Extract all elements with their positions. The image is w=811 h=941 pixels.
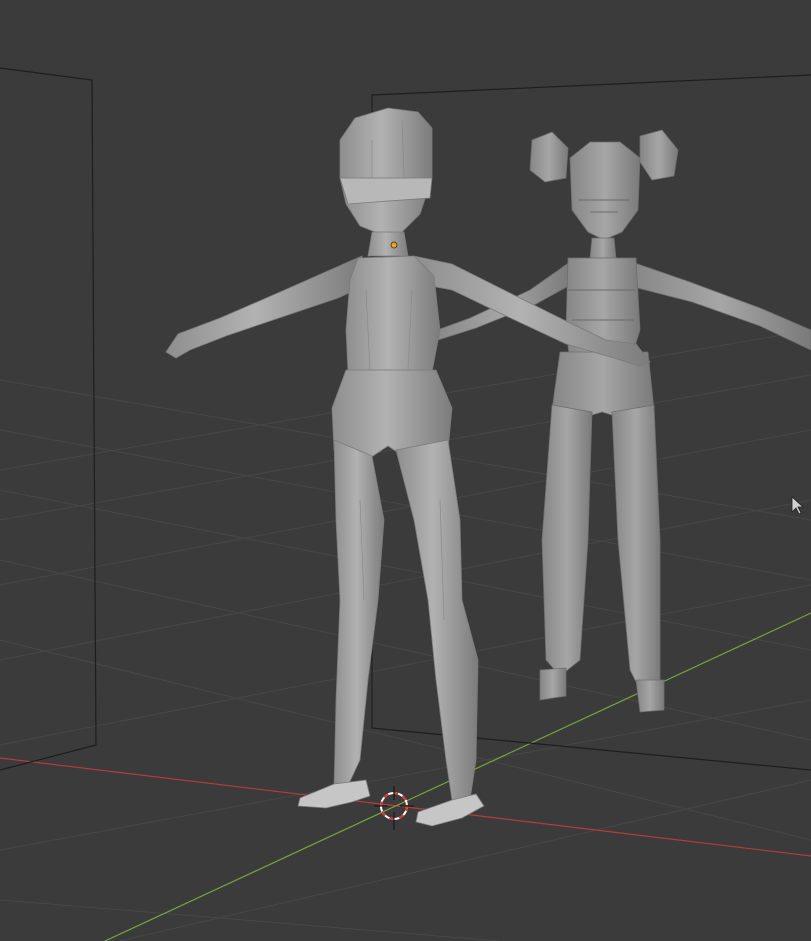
viewport-canvas[interactable]: [0, 0, 811, 941]
mouse-pointer-icon: [791, 496, 805, 515]
left-reference-frame: [0, 67, 97, 771]
origin-point-icon[interactable]: [390, 241, 398, 249]
3d-viewport[interactable]: [0, 0, 811, 941]
3d-cursor-icon[interactable]: [374, 786, 414, 830]
reference-character-mesh[interactable]: [431, 129, 811, 713]
x-axis-line: [0, 757, 811, 857]
